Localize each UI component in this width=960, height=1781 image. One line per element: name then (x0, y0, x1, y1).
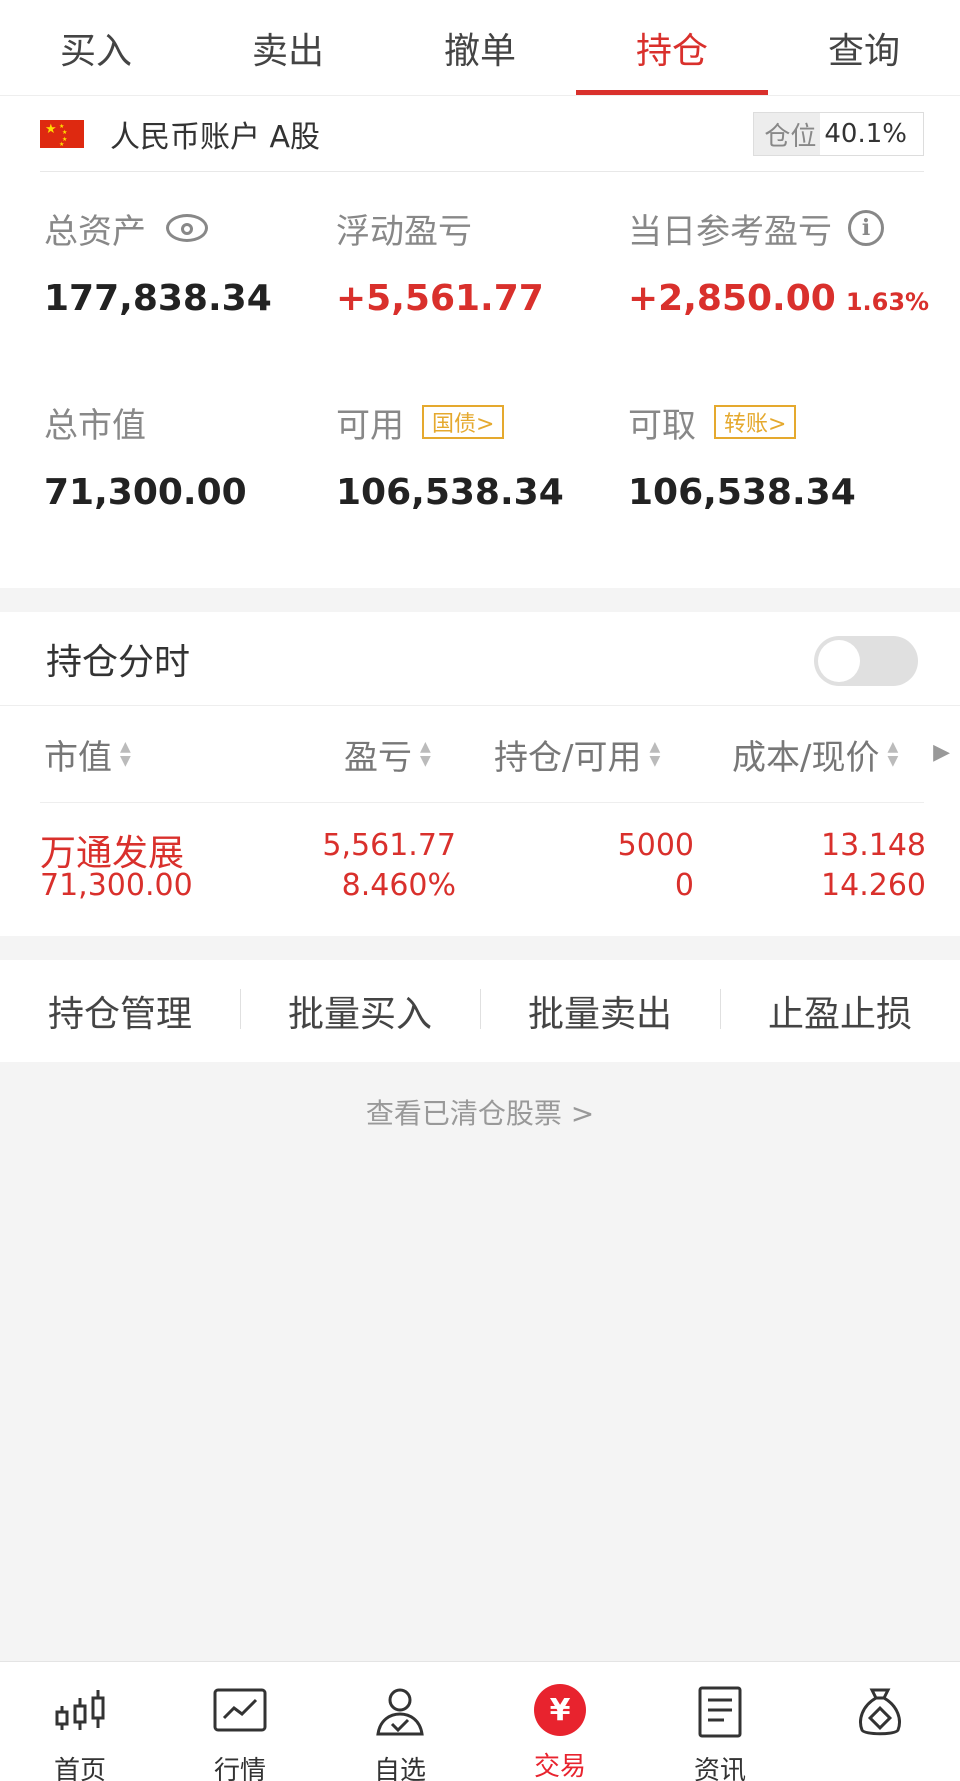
nav-market[interactable]: 行情 (160, 1662, 320, 1781)
nav-label: 交易 (533, 1752, 586, 1781)
floating-pl: 浮动盈亏 +5,561.77 (336, 206, 544, 320)
position-ratio-badge: 仓位 40.1% (753, 112, 924, 156)
available-label: 可用 (336, 405, 404, 446)
nav-wealth[interactable] (800, 1662, 960, 1781)
stock-pl-percent: 8.460% (341, 868, 456, 903)
batch-buy-button[interactable]: 批量买入 (240, 985, 480, 1037)
nav-label: 资讯 (693, 1756, 746, 1781)
tab-holdings[interactable]: 持仓 (576, 0, 768, 95)
treasury-bond-tag[interactable]: 国债> (422, 405, 505, 439)
column-label: 市值 (44, 737, 112, 778)
total-assets: 总资产 177,838.34 (44, 206, 272, 320)
column-label: 成本/现价 (732, 737, 880, 778)
column-label: 盈亏 (344, 737, 412, 778)
stock-available: 0 (674, 868, 694, 903)
position-label: 仓位 (754, 113, 821, 155)
manage-holdings-button[interactable]: 持仓管理 (0, 985, 240, 1037)
daily-pl-value-row: +2,850.00 1.63% (628, 278, 929, 319)
user-check-icon (372, 1684, 428, 1740)
market-value-value: 71,300.00 (44, 472, 247, 513)
column-pl[interactable]: 盈亏 ▲ ▼ (344, 706, 431, 802)
nav-label: 自选 (373, 1756, 426, 1781)
holdings-title: 持仓分时 (46, 641, 191, 683)
stock-pl: 5,561.77 (322, 828, 456, 863)
total-assets-label: 总资产 (44, 211, 146, 252)
account-name: 人民币账户 A股 (110, 119, 321, 155)
nav-home[interactable]: 首页 (0, 1662, 160, 1781)
sort-icon: ▲ ▼ (120, 739, 131, 769)
holdings-section: 持仓分时 市值 ▲ ▼ 盈亏 ▲ ▼ 持仓/可用 ▲ ▼ 成本/现价 ▲ ▼ ▶ 万通发… (0, 612, 960, 936)
candlestick-icon (52, 1684, 108, 1740)
available-funds: 可用 国债> 106,538.34 (336, 400, 564, 513)
withdrawable-value: 106,538.34 (628, 472, 856, 513)
account-header[interactable]: ★ ★ ★ ★ ★ 人民币账户 A股 仓位 40.1% (40, 96, 924, 172)
sort-icon: ▲ ▼ (887, 739, 899, 769)
scroll-right-icon[interactable]: ▶ (933, 740, 950, 765)
withdrawable-label: 可取 (628, 405, 696, 446)
total-assets-value: 177,838.34 (44, 278, 272, 319)
divider (40, 802, 924, 803)
available-value: 106,538.34 (336, 472, 564, 513)
bottom-nav: 首页 行情 自选 ¥ 交易 资讯 (0, 1661, 960, 1781)
nav-watchlist[interactable]: 自选 (320, 1662, 480, 1781)
stock-market-value: 71,300.00 (40, 868, 193, 903)
sort-icon: ▲ ▼ (420, 739, 431, 769)
nav-news[interactable]: 资讯 (640, 1662, 800, 1781)
china-flag-icon: ★ ★ ★ ★ ★ (40, 119, 84, 148)
holdings-header: 持仓分时 (0, 612, 960, 706)
floating-pl-label: 浮动盈亏 (336, 211, 472, 252)
tab-query[interactable]: 查询 (768, 0, 960, 95)
market-value-label: 总市值 (44, 405, 146, 446)
column-market-value[interactable]: 市值 ▲ ▼ (44, 706, 131, 802)
daily-pl-percent: 1.63% (845, 288, 930, 316)
transfer-tag[interactable]: 转账> (714, 405, 797, 439)
daily-pl-label: 当日参考盈亏 (628, 211, 832, 252)
account-summary: ★ ★ ★ ★ ★ 人民币账户 A股 仓位 40.1% 总资产 177,838.… (0, 96, 960, 588)
stock-holding: 5000 (617, 828, 694, 863)
tab-sell[interactable]: 卖出 (192, 0, 384, 95)
daily-pl: 当日参考盈亏 i +2,850.00 1.63% (628, 206, 929, 319)
tab-cancel[interactable]: 撤单 (384, 0, 576, 95)
top-tabs: 买入 卖出 撤单 持仓 查询 (0, 0, 960, 96)
batch-sell-button[interactable]: 批量卖出 (480, 985, 720, 1037)
withdrawable-funds: 可取 转账> 106,538.34 (628, 400, 856, 513)
nav-label: 首页 (53, 1756, 106, 1781)
holding-actions: 持仓管理 批量买入 批量卖出 止盈止损 (0, 960, 960, 1062)
sort-icon: ▲ ▼ (649, 739, 661, 769)
money-bag-icon (852, 1684, 908, 1740)
daily-pl-value: +2,850.00 (628, 278, 836, 319)
stop-profit-loss-button[interactable]: 止盈止损 (720, 985, 960, 1037)
market-value: 总市值 71,300.00 (44, 400, 247, 514)
tab-buy[interactable]: 买入 (0, 0, 192, 95)
eye-icon[interactable] (166, 214, 208, 242)
info-icon[interactable]: i (848, 210, 884, 246)
intraday-toggle[interactable] (814, 636, 918, 686)
yuan-icon: ¥ (532, 1684, 588, 1736)
view-cleared-stocks-link[interactable]: 查看已清仓股票 > (0, 1092, 960, 1132)
position-value: 40.1% (824, 119, 907, 149)
floating-pl-value: +5,561.77 (336, 278, 544, 319)
stock-cost: 13.148 (821, 828, 926, 863)
nav-trade[interactable]: ¥ 交易 (480, 1662, 640, 1781)
column-cost-price[interactable]: 成本/现价 ▲ ▼ (732, 706, 898, 802)
nav-label: 行情 (213, 1756, 266, 1781)
column-label: 持仓/可用 (494, 737, 642, 778)
column-holding-available[interactable]: 持仓/可用 ▲ ▼ (494, 706, 660, 802)
market-chart-icon (212, 1684, 268, 1740)
stock-price: 14.260 (821, 868, 926, 903)
document-icon (692, 1684, 748, 1740)
